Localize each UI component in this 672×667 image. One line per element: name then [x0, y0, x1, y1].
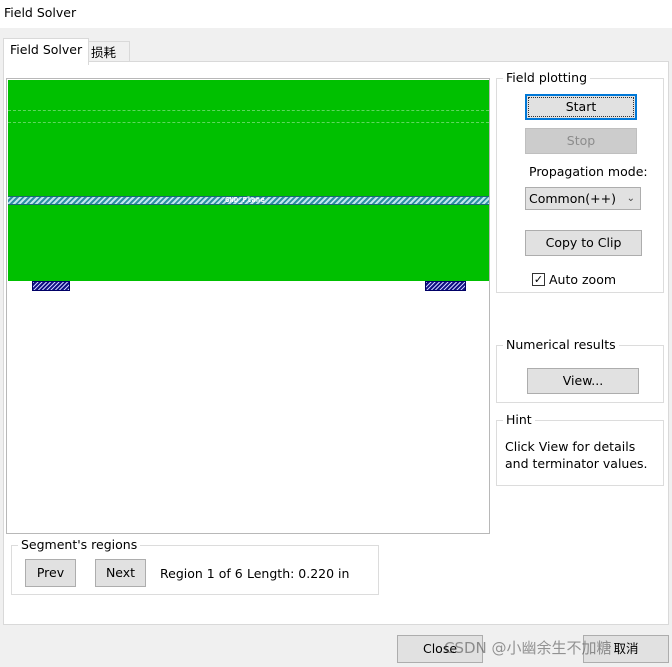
- copy-to-clip-button[interactable]: Copy to Clip: [525, 230, 642, 256]
- window-title: Field Solver: [4, 5, 77, 20]
- chevron-down-icon: ⌄: [626, 193, 635, 204]
- field-plotting-legend: Field plotting: [503, 70, 591, 85]
- prev-button[interactable]: Prev: [25, 559, 76, 587]
- numerical-results-legend: Numerical results: [503, 337, 619, 352]
- region-indicator: Region 1 of 6: [160, 566, 243, 581]
- hint-text: Click View for details and terminator va…: [505, 439, 648, 471]
- segment-length: Length: 0.220 in: [247, 566, 350, 581]
- stop-button[interactable]: Stop: [525, 128, 637, 154]
- start-button[interactable]: Start: [525, 94, 637, 120]
- auto-zoom-label[interactable]: Auto zoom: [549, 272, 616, 287]
- view-button[interactable]: View...: [527, 368, 639, 394]
- next-button[interactable]: Next: [95, 559, 146, 587]
- layer-boundary-line: [8, 110, 489, 111]
- propagation-mode-value: Common(++): [529, 191, 616, 206]
- propagation-mode-label: Propagation mode:: [529, 164, 648, 179]
- tab-field-solver[interactable]: Field Solver: [3, 38, 90, 65]
- tab-strip: Field Solver 损耗: [0, 28, 672, 65]
- layer-boundary-line: [8, 122, 489, 123]
- segments-legend: Segment's regions: [18, 537, 141, 552]
- auto-zoom-checkbox[interactable]: ✓: [532, 273, 545, 286]
- trace-right: [425, 281, 466, 291]
- title-bar: Field Solver: [0, 0, 672, 28]
- gnd-plane-label: GND_Plane: [225, 196, 265, 204]
- trace-left: [32, 281, 70, 291]
- cross-section-viewport[interactable]: GND_Plane: [6, 78, 490, 534]
- watermark-text: CSDN @小幽余生不加糖: [444, 639, 612, 657]
- hint-legend: Hint: [503, 412, 535, 427]
- propagation-mode-select[interactable]: Common(++) ⌄: [525, 187, 641, 210]
